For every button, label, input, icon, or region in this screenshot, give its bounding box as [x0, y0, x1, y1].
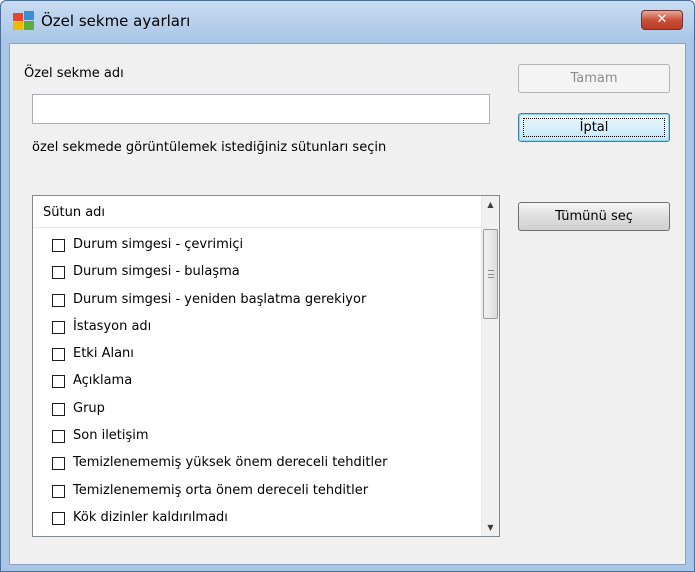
- tab-name-input[interactable]: [32, 94, 490, 124]
- grip-icon: [488, 270, 494, 278]
- checkbox[interactable]: [52, 484, 65, 498]
- cancel-button[interactable]: İptal: [518, 113, 670, 142]
- scroll-down-arrow-icon[interactable]: ▼: [482, 519, 499, 536]
- vertical-scrollbar[interactable]: ▲ ▼: [481, 196, 499, 536]
- list-item[interactable]: Etki Alanı: [33, 342, 481, 369]
- scroll-up-arrow-icon[interactable]: ▲: [482, 196, 499, 213]
- close-icon: ✕: [656, 12, 668, 27]
- list-item[interactable]: Durum simgesi - çevrimiçi: [33, 233, 481, 260]
- checkbox[interactable]: [52, 430, 65, 444]
- checkbox[interactable]: [52, 375, 65, 389]
- column-name-header-label: Sütun adı: [43, 205, 106, 220]
- list-item[interactable]: Temizlenememiş yüksek önem dereceli tehd…: [33, 451, 481, 478]
- checkbox[interactable]: [52, 348, 65, 362]
- dialog-body: Özel sekme adı özel sekmede görüntülemek…: [9, 43, 686, 565]
- tab-name-label: Özel sekme adı: [24, 66, 124, 81]
- list-item[interactable]: Durum simgesi - bulaşma: [33, 260, 481, 287]
- columns-list[interactable]: Sütun adı Durum simgesi - çevrimiçi Duru…: [32, 195, 500, 537]
- list-item-label: Etki Alanı: [73, 346, 134, 362]
- window-title: Özel sekme ayarları: [41, 12, 191, 30]
- list-item-label: Durum simgesi - çevrimiçi: [73, 237, 244, 252]
- checkbox[interactable]: [52, 402, 65, 416]
- checkbox[interactable]: [52, 239, 65, 252]
- list-item-label: Grup: [73, 400, 105, 416]
- scrollbar-thumb[interactable]: [483, 229, 498, 319]
- list-item[interactable]: Temizlenememiş orta önem dereceli tehdit…: [33, 479, 481, 506]
- list-item[interactable]: İstasyon adı: [33, 315, 481, 342]
- checkbox[interactable]: [52, 320, 65, 334]
- list-item[interactable]: Açıklama: [33, 369, 481, 396]
- list-item[interactable]: Son iletişim: [33, 424, 481, 451]
- close-button[interactable]: ✕: [641, 10, 683, 30]
- checkbox[interactable]: [52, 293, 65, 307]
- avg-logo-icon: [13, 11, 34, 30]
- list-item-label: Temizlenememiş orta önem dereceli tehdit…: [73, 482, 369, 498]
- select-all-button[interactable]: Tümünü seç: [518, 202, 670, 231]
- list-item-label: Temizlenememiş yüksek önem dereceli tehd…: [73, 455, 388, 471]
- list-rows: Durum simgesi - çevrimiçi Durum simgesi …: [33, 233, 481, 533]
- list-item-label: Durum simgesi - bulaşma: [73, 264, 240, 280]
- list-column-header[interactable]: Sütun adı: [33, 196, 481, 228]
- list-item-label: Kök dizinler kaldırılmadı: [73, 509, 228, 525]
- list-item[interactable]: Kök dizinler kaldırılmadı: [33, 506, 481, 533]
- title-bar[interactable]: Özel sekme ayarları ✕: [1, 1, 694, 41]
- dialog-window: Özel sekme ayarları ✕ Özel sekme adı öze…: [0, 0, 695, 572]
- checkbox[interactable]: [52, 266, 65, 280]
- checkbox[interactable]: [52, 457, 65, 471]
- list-item-label: İstasyon adı: [73, 318, 152, 334]
- list-item-label: Son iletişim: [73, 428, 149, 444]
- list-item-label: Açıklama: [73, 373, 133, 389]
- list-item[interactable]: Durum simgesi - yeniden başlatma gerekiy…: [33, 288, 481, 315]
- ok-button[interactable]: Tamam: [518, 64, 670, 93]
- list-item[interactable]: Grup: [33, 397, 481, 424]
- columns-hint-label: özel sekmede görüntülemek istediğiniz sü…: [32, 140, 387, 155]
- cancel-button-label: İptal: [579, 120, 609, 135]
- checkbox[interactable]: [52, 511, 65, 525]
- list-item-label: Durum simgesi - yeniden başlatma gerekiy…: [73, 291, 367, 307]
